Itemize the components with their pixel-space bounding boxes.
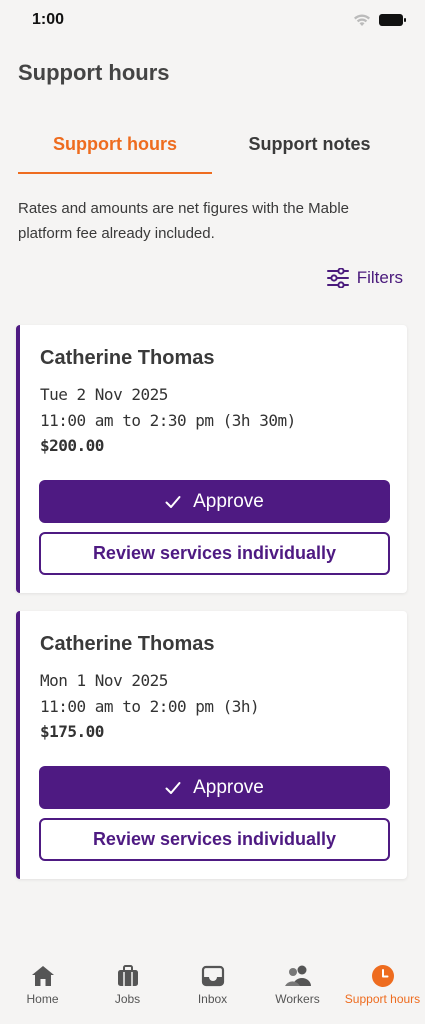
support-hours-card: Catherine Thomas Mon 1 Nov 2025 11:00 am… <box>16 611 407 879</box>
approve-button[interactable]: Approve <box>39 766 390 809</box>
nav-label: Support hours <box>344 992 421 1006</box>
checkmark-icon <box>165 781 181 794</box>
nav-item-jobs[interactable]: Jobs <box>88 964 168 1006</box>
worker-name: Catherine Thomas <box>40 347 215 369</box>
sliders-icon <box>326 268 349 288</box>
people-icon <box>284 965 311 986</box>
clock-icon <box>371 965 394 987</box>
review-services-button[interactable]: Review services individually <box>39 532 390 575</box>
status-time: 1:00 <box>32 11 65 28</box>
tab-support-notes[interactable]: Support notes <box>212 128 407 174</box>
worker-name: Catherine Thomas <box>40 633 215 655</box>
support-hours-card: Catherine Thomas Tue 2 Nov 2025 11:00 am… <box>16 325 407 593</box>
status-icons <box>353 13 406 27</box>
nav-item-inbox[interactable]: Inbox <box>173 964 253 1006</box>
shift-amount: $175.00 <box>40 722 104 741</box>
shift-time: 11:00 am to 2:30 pm (3h 30m) <box>40 411 296 430</box>
bottom-nav: Home Jobs Inbox Workers Support hours <box>0 952 425 1024</box>
nav-label: Inbox <box>197 992 228 1006</box>
nav-label: Home <box>26 992 59 1006</box>
checkmark-icon <box>165 495 181 508</box>
approve-label: Approve <box>193 490 264 512</box>
approve-button[interactable]: Approve <box>39 480 390 523</box>
inbox-icon <box>201 965 224 987</box>
shift-date: Mon 1 Nov 2025 <box>40 671 168 690</box>
nav-item-home[interactable]: Home <box>3 964 83 1006</box>
shift-time: 11:00 am to 2:00 pm (3h) <box>40 697 260 716</box>
nav-label: Workers <box>275 992 320 1006</box>
wifi-icon <box>354 14 370 26</box>
briefcase-icon <box>117 965 138 986</box>
nav-item-support-hours[interactable]: Support hours <box>343 964 423 1006</box>
review-services-button[interactable]: Review services individually <box>39 818 390 861</box>
battery-icon <box>379 14 406 26</box>
page-title: Support hours <box>18 60 170 85</box>
home-icon <box>31 966 54 986</box>
status-bar: 1:00 <box>0 0 425 40</box>
tab-support-hours[interactable]: Support hours <box>18 128 212 174</box>
approve-label: Approve <box>193 776 264 798</box>
filters-button[interactable]: Filters <box>326 268 403 288</box>
shift-amount: $200.00 <box>40 436 104 455</box>
nav-item-workers[interactable]: Workers <box>258 964 338 1006</box>
filters-label: Filters <box>356 268 403 287</box>
tab-bar: Support hours Support notes <box>18 128 407 174</box>
shift-date: Tue 2 Nov 2025 <box>40 385 168 404</box>
nav-label: Jobs <box>114 992 141 1006</box>
fee-info-text: Rates and amounts are net figures with t… <box>18 200 350 242</box>
